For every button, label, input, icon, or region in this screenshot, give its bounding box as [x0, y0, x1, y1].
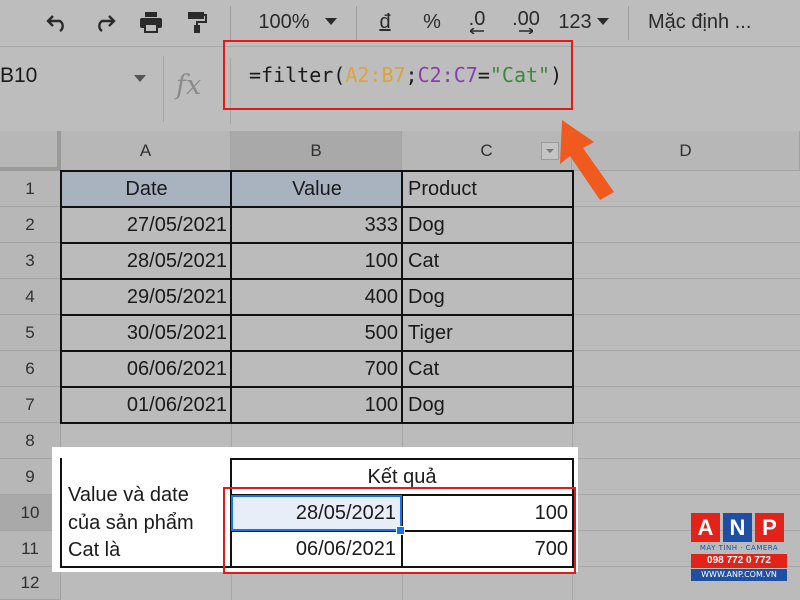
result-highlight-box — [223, 487, 576, 574]
logo-letters: A N P — [691, 513, 787, 542]
row-number: 3 — [25, 250, 35, 270]
column-label: C — [480, 140, 493, 160]
paint-format-icon[interactable] — [182, 0, 212, 44]
decrease-decimal-button[interactable]: .0 — [462, 0, 492, 44]
logo-website: WWW.ANP.COM.VN — [691, 569, 787, 581]
row-number: 6 — [25, 358, 35, 378]
name-box-value: B10 — [0, 64, 38, 87]
row-header[interactable]: 6 — [0, 351, 61, 387]
undo-icon[interactable] — [40, 0, 74, 44]
row-number: 10 — [20, 502, 40, 522]
column-header-a[interactable]: A — [61, 131, 231, 171]
row-number: 1 — [25, 178, 35, 198]
row-number: 11 — [21, 538, 39, 558]
column-label: B — [310, 140, 322, 160]
row-header[interactable]: 7 — [0, 387, 61, 423]
row-header[interactable]: 4 — [0, 279, 61, 315]
select-all-corner[interactable] — [0, 131, 61, 171]
font-name: Mặc định ... — [648, 10, 752, 33]
anp-logo: A N P MÁY TÍNH · CAMERA 098 772 0 772 WW… — [691, 513, 787, 581]
font-select[interactable]: Mặc định ... — [648, 0, 788, 44]
logo-letter: A — [691, 513, 720, 542]
arrow-left-icon — [470, 28, 484, 34]
row-header[interactable]: 3 — [0, 243, 61, 279]
row-number: 4 — [25, 286, 35, 306]
toolbar-divider — [628, 6, 629, 40]
logo-letter: N — [723, 513, 752, 542]
result-label-line: Value và date — [68, 483, 189, 506]
decrease-decimal-label: .0 — [468, 8, 486, 30]
table-border — [60, 206, 574, 208]
row-header[interactable]: 5 — [0, 315, 61, 351]
chevron-down-icon[interactable] — [595, 0, 611, 44]
formula-highlight-box — [223, 40, 573, 110]
fx-icon: fx — [176, 70, 202, 101]
chevron-down-icon[interactable] — [134, 70, 146, 88]
zoom-value: 100% — [258, 10, 310, 33]
table-border — [60, 242, 574, 244]
column-header-b[interactable]: B — [231, 131, 402, 171]
print-icon[interactable] — [134, 0, 168, 44]
table-border — [60, 350, 574, 352]
result-label-line: của sản phẩm — [68, 511, 194, 534]
row-number: 7 — [25, 394, 35, 414]
number-format-button[interactable]: 123 — [556, 0, 594, 44]
logo-subtitle: MÁY TÍNH · CAMERA — [699, 544, 779, 552]
currency-label: đ — [379, 10, 391, 33]
increase-decimal-button[interactable]: .00 — [508, 0, 544, 44]
arrow-right-icon — [519, 28, 533, 34]
table-border — [60, 386, 574, 388]
row-header[interactable]: 1 — [0, 171, 61, 207]
percent-format-button[interactable]: % — [418, 0, 446, 44]
logo-phone: 098 772 0 772 — [691, 554, 787, 568]
result-label-line: Cat là — [68, 538, 121, 561]
toolbar-divider — [356, 6, 357, 40]
logo-letter: P — [755, 513, 784, 542]
toolbar-divider — [230, 6, 231, 40]
row-header[interactable]: 2 — [0, 207, 61, 243]
currency-format-button[interactable]: đ — [372, 0, 398, 44]
redo-icon[interactable] — [88, 0, 122, 44]
table-border — [60, 278, 574, 280]
formula-divider — [163, 56, 164, 122]
pointer-arrow-icon — [548, 112, 618, 207]
row-number: 5 — [25, 322, 35, 342]
table-border — [60, 314, 574, 316]
zoom-select[interactable]: 100% — [250, 0, 318, 44]
number-format-label: 123 — [558, 10, 592, 33]
chevron-down-icon[interactable] — [320, 0, 342, 44]
increase-decimal-label: .00 — [512, 8, 540, 30]
row-number: 12 — [20, 573, 40, 592]
row-number: 8 — [25, 430, 35, 450]
column-label: A — [139, 140, 152, 160]
column-label: D — [679, 140, 692, 160]
row-number: 2 — [25, 214, 35, 234]
percent-label: % — [423, 10, 441, 33]
row-number: 9 — [25, 466, 35, 486]
